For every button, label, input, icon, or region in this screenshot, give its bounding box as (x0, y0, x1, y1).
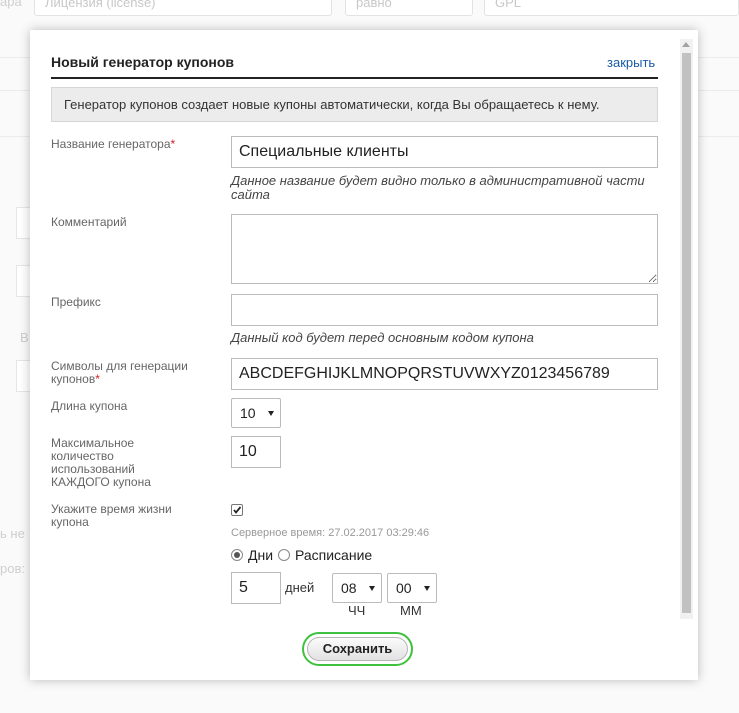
dialog-title: Новый генератор купонов (51, 54, 234, 70)
radio-days[interactable] (231, 549, 243, 561)
prefix-label: Префикс (51, 295, 101, 309)
bg-filter-field: Лицензия (license) (34, 0, 332, 16)
prefix-input[interactable] (231, 294, 658, 326)
minutes-select[interactable]: 00 (387, 573, 437, 603)
required-mark: * (170, 137, 176, 151)
save-button[interactable]: Сохранить (302, 632, 413, 666)
chevron-down-icon (369, 586, 375, 591)
max-uses-input[interactable] (231, 436, 281, 468)
chevron-down-icon (268, 411, 274, 416)
chars-label-line1: Символы для генерации (51, 359, 188, 373)
max-uses-label: Максимальное количество использований КА… (51, 436, 151, 489)
days-input[interactable] (231, 572, 281, 604)
info-box: Генератор купонов создает новые купоны а… (51, 87, 658, 122)
minutes-select-value: 00 (396, 580, 412, 596)
radio-schedule[interactable] (278, 549, 290, 561)
bg-text: В (20, 330, 29, 345)
days-unit: дней (285, 580, 315, 595)
checkmark-icon (233, 506, 242, 514)
radio-days-label[interactable]: Дни (248, 547, 273, 563)
generator-name-label: Название генератора* (51, 138, 175, 151)
length-select-value: 10 (240, 405, 256, 421)
bg-operator-field: равно (345, 0, 473, 16)
hours-label: ЧЧ (348, 603, 366, 618)
comment-label: Комментарий (51, 215, 127, 229)
chars-label: Символы для генерации купонов* (51, 360, 188, 386)
bg-field-label: ара (0, 0, 22, 9)
hours-select-value: 08 (341, 580, 357, 596)
length-select[interactable]: 10 (231, 398, 281, 428)
server-time: Серверное время: 27.02.2017 03:29:46 (231, 527, 430, 539)
scroll-thumb[interactable] (682, 53, 691, 613)
bg-text: ров: (0, 561, 25, 576)
comment-textarea[interactable] (231, 214, 658, 284)
lifetime-label: Укажите время жизни купона (51, 502, 172, 529)
prefix-hint: Данный код будет перед основным кодом ку… (231, 330, 534, 345)
bg-value-field: GPL (484, 0, 739, 16)
generator-name-label-text: Название генератора (51, 137, 171, 151)
scroll-up-arrow-icon[interactable] (682, 42, 690, 47)
radio-schedule-label[interactable]: Расписание (295, 547, 372, 563)
close-link[interactable]: закрыть (607, 55, 655, 70)
save-button-label: Сохранить (307, 637, 408, 661)
length-label: Длина купона (51, 399, 128, 413)
radio-selected-dot (234, 552, 240, 558)
required-mark: * (95, 372, 100, 386)
lifetime-checkbox[interactable] (231, 504, 243, 516)
generator-name-input[interactable] (231, 136, 658, 168)
bg-text: ь не (0, 526, 25, 541)
dialog-scrollbar[interactable] (680, 39, 693, 619)
chevron-down-icon (424, 586, 430, 591)
chars-input[interactable] (231, 358, 658, 390)
generator-name-hint: Данное название будет видно только в адм… (231, 173, 645, 202)
hours-select[interactable]: 08 (332, 573, 382, 603)
minutes-label: ММ (400, 603, 422, 618)
chars-label-line2: купонов (51, 372, 96, 386)
title-divider (51, 77, 658, 79)
